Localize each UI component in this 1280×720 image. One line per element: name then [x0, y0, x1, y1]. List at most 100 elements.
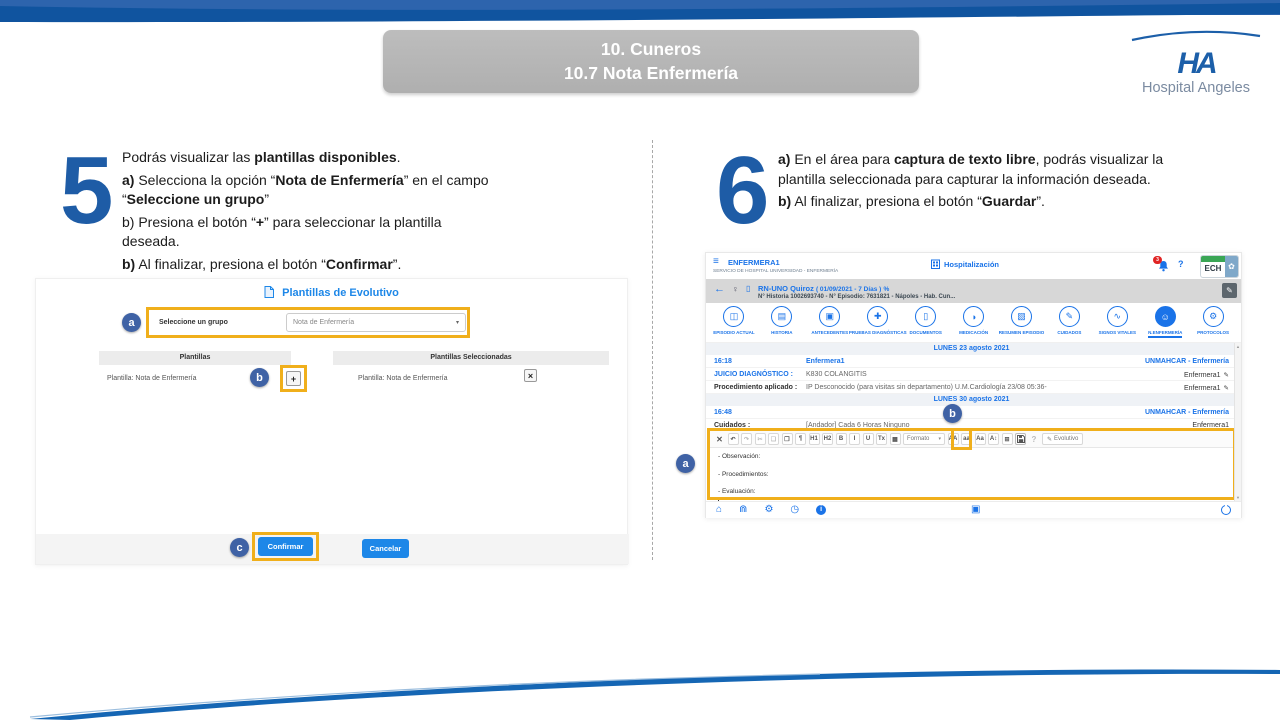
marker-b-step6: b [943, 404, 962, 423]
add-template-button[interactable]: + [286, 371, 301, 386]
episodio-actual-icon: ◫ [723, 306, 745, 327]
remove-template-button[interactable]: × [524, 369, 537, 382]
heading2-button[interactable]: H2 [822, 433, 833, 445]
tab-medicacion[interactable]: ◑ MEDICACIÓN [950, 306, 998, 335]
slide-title-line2: 10.7 Nota Enfermería [563, 63, 739, 83]
paste-button[interactable]: ❐ [781, 433, 793, 445]
gear-icon[interactable]: ⚙ [764, 504, 773, 515]
gender-icon: ♀ [732, 284, 739, 294]
tab-signos-vitales[interactable]: ∿ SIGNOS VITALES [1093, 306, 1141, 335]
line-height-button[interactable]: A↕ [988, 433, 999, 445]
tab-historia[interactable]: ▤ HISTORIA [758, 306, 806, 335]
italic-button[interactable]: I [849, 433, 860, 445]
home-icon[interactable]: ⌂ [716, 504, 722, 515]
editor-close-button[interactable]: ✕ [714, 433, 725, 445]
link-icon[interactable]: % [883, 286, 889, 293]
editor-help-button[interactable]: ? [1029, 433, 1040, 445]
confirm-button[interactable]: Confirmar [257, 537, 314, 556]
tab-cuidados[interactable]: ✎ CUIDADOS [1045, 306, 1093, 335]
logo-arc-icon [1131, 30, 1261, 42]
chevron-down-icon: ▾ [455, 320, 459, 326]
power-icon[interactable] [1221, 502, 1231, 515]
redo-button[interactable]: ↷ [741, 433, 752, 445]
training-slide: 10. Cuneros 10.7 Nota Enfermería HA Hosp… [0, 0, 1280, 720]
logo-monogram: HA [1177, 47, 1217, 80]
highlight-add-button: + [280, 365, 307, 392]
selected-templates-table: Plantillas Seleccionadas Plantilla: Nota… [333, 351, 609, 382]
insert-table-button[interactable]: ▦ [889, 433, 901, 445]
tab-n-enfermeria[interactable]: ☺ N.ENFERMERÍA [1141, 306, 1189, 338]
timeline-row-juicio: JUICIO DIAGNÓSTICO : K830 COLANGITIS Enf… [706, 368, 1237, 381]
dialog-title: Plantillas de Evolutivo [36, 286, 627, 299]
marker-b-step5: b [250, 368, 269, 387]
format-select[interactable]: Formato ▾ [903, 433, 945, 445]
copy-button[interactable]: ❏ [768, 433, 779, 445]
slide-title: 10. Cuneros 10.7 Nota Enfermería [383, 30, 919, 93]
date-header-1: LUNES 23 agosto 2021 [706, 343, 1237, 355]
fullscreen-button[interactable]: ⊞ [1001, 433, 1013, 445]
patient-doc-icon: ▯ [746, 284, 751, 293]
logo-name: Hospital Angeles [1141, 80, 1250, 96]
step5-number: 5 [60, 137, 114, 244]
underline-button[interactable]: U [862, 433, 874, 445]
notification-badge: 3 [1153, 256, 1162, 264]
antecedentes-icon: ▣ [819, 306, 841, 327]
info-icon[interactable]: i [816, 504, 827, 515]
search-binoculars-icon[interactable]: ⋒ [739, 504, 747, 515]
module-selector[interactable]: Hospitalización [931, 259, 999, 269]
save-button[interactable] [1015, 433, 1026, 445]
tab-episodio-actual[interactable]: ◫ EPISODIO ACTUAL [710, 306, 758, 335]
bold-button[interactable]: B [835, 433, 847, 445]
patient-details: N° Historia 1002693740 - N° Episodio: 76… [758, 294, 956, 300]
inbox-icon[interactable]: ▣ [971, 504, 980, 515]
historia-icon: ▤ [771, 306, 793, 327]
section-tabs: ◫ EPISODIO ACTUAL ▤ HISTORIA ▣ ANTECEDENTES… [706, 303, 1241, 343]
slide-title-line1: 10. Cuneros [600, 39, 702, 59]
editor-line-observacion: - Observación: [718, 453, 761, 460]
group-select[interactable]: Nota de Enfermería ▾ [286, 313, 466, 332]
scroll-up-icon[interactable]: ▲ [1236, 344, 1240, 349]
available-templates-header: Plantillas [99, 351, 291, 365]
tab-pruebas-diagnosticas[interactable]: ✚ PRUEBAS DIAGNÓSTICAS [849, 306, 907, 335]
column-divider [652, 140, 653, 560]
n-enfermeria-icon: ☺ [1154, 306, 1176, 327]
evolutivo-button[interactable]: ✎ Evolutivo [1042, 433, 1084, 445]
step5-line6: b) Al finalizar, presiona el botón “Conf… [122, 255, 402, 272]
step6-line3: b) Al finalizar, presiona el botón “Guar… [778, 193, 1045, 209]
edit-pencil-icon[interactable]: ✎ [1224, 371, 1229, 379]
pruebas-diagnosticas-icon: ✚ [867, 306, 889, 327]
tab-protocolos[interactable]: ⚙ PROTOCOLOS [1189, 306, 1237, 335]
group-select-value: Nota de Enfermería [293, 319, 355, 326]
document-icon [264, 286, 275, 298]
help-icon[interactable]: ? [1178, 259, 1184, 269]
patient-stay: ( 01/09/2021 - 7 Días ) [815, 286, 882, 293]
capitalize-button[interactable]: Aa [974, 433, 986, 445]
back-arrow-icon[interactable]: ← [714, 283, 725, 295]
edit-pencil-icon[interactable]: ✎ [1224, 384, 1229, 392]
clear-format-button[interactable]: Tx [876, 433, 887, 445]
step6-line2: plantilla seleccionada para capturar la … [778, 170, 1151, 187]
scroll-down-icon[interactable]: ▼ [1236, 495, 1240, 500]
cut-button[interactable]: ✂ [754, 433, 766, 445]
marker-c-step5: c [230, 538, 249, 557]
clock-icon[interactable]: ◷ [790, 504, 799, 515]
undo-button[interactable]: ↶ [727, 433, 739, 445]
step5-line2: a) Selecciona la opción “Nota de Enferme… [122, 171, 489, 188]
cuidados-icon: ✎ [1058, 306, 1080, 327]
paragraph-button[interactable]: ¶ [795, 433, 806, 445]
tab-antecedentes[interactable]: ▣ ANTECEDENTES [806, 306, 854, 335]
protocolos-icon: ⚙ [1202, 306, 1224, 327]
chevron-down-icon: ▾ [938, 436, 941, 442]
tab-documentos[interactable]: ▯ DOCUMENTOS [902, 306, 950, 335]
patient-quick-action-button[interactable]: ✎ [1222, 283, 1237, 298]
tab-resumen-episodio[interactable]: ▧ RESUMEN EPISODIO [998, 306, 1046, 335]
step5-line1: Podrás visualizar las plantillas disponi… [122, 149, 401, 165]
hamburger-menu-icon[interactable]: ≡ [713, 256, 719, 267]
active-tab-underline [1148, 336, 1183, 338]
timeline-row-time-1: 16:18 Enfermera1 UNMAHCAR - Enfermería [706, 355, 1237, 368]
documentos-icon: ▯ [915, 306, 937, 327]
heading1-button[interactable]: H1 [808, 433, 820, 445]
patient-bar: ← ♀ ▯ RN-UNO Quiroz ( 01/09/2021 - 7 Día… [706, 279, 1241, 303]
cancel-button[interactable]: Cancelar [362, 539, 409, 558]
vertical-scrollbar[interactable]: ▲ ▼ [1234, 343, 1241, 501]
